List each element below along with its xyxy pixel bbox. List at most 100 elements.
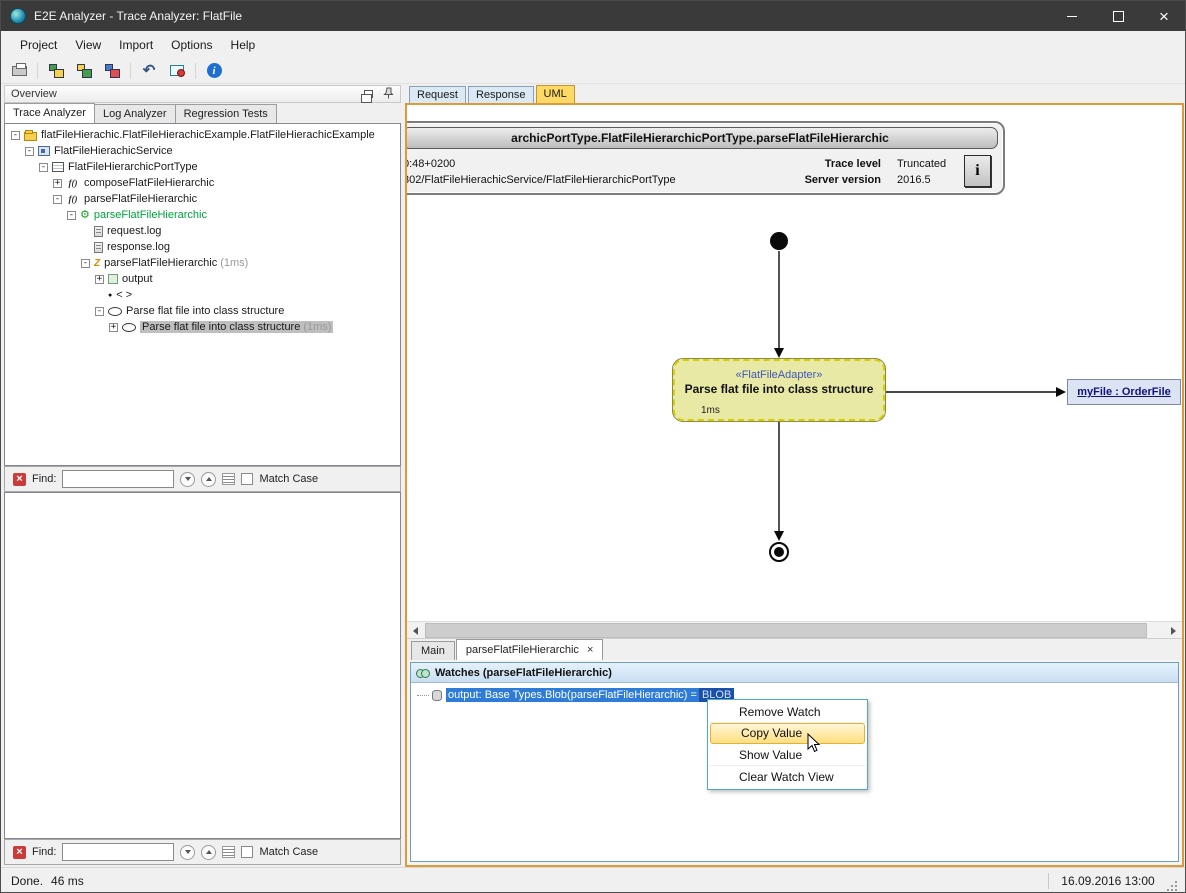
collapse-icon[interactable] <box>67 211 76 220</box>
close-tab-icon[interactable] <box>587 645 593 656</box>
close-find-icon[interactable] <box>13 473 26 486</box>
menu-view[interactable]: View <box>66 34 110 56</box>
expand-icon[interactable] <box>95 275 104 284</box>
tab-regression-tests[interactable]: Regression Tests <box>175 104 277 123</box>
collapse-icon[interactable] <box>81 259 90 268</box>
tree-item-compose[interactable]: composeFlatFileHierarchic <box>5 175 400 191</box>
tree-item-response-log[interactable]: response.log <box>5 239 400 255</box>
initial-node[interactable] <box>770 232 788 250</box>
activity-diagram[interactable]: archicPortType.FlatFileHierarchicPortTyp… <box>407 105 1182 621</box>
pin-icon[interactable] <box>383 87 394 102</box>
menu-remove-watch[interactable]: Remove Watch <box>709 701 866 723</box>
tab-parse-flat-file[interactable]: parseFlatFileHierarchic <box>456 639 604 660</box>
find-options-icon[interactable] <box>222 846 235 858</box>
collapse-icon[interactable] <box>11 131 20 140</box>
float-window-icon[interactable] <box>364 90 373 98</box>
menu-project[interactable]: Project <box>11 34 66 56</box>
status-message: Done. <box>11 874 43 888</box>
find-input[interactable] <box>62 843 174 861</box>
collapse-icon[interactable] <box>53 195 62 204</box>
status-duration: 46 ms <box>51 874 84 888</box>
open-model-tree-icon[interactable] <box>46 62 66 80</box>
object-node[interactable]: myFile : OrderFile <box>1067 379 1181 405</box>
tab-request[interactable]: Request <box>409 86 466 103</box>
match-case-checkbox[interactable] <box>241 473 253 485</box>
import-trace-icon[interactable] <box>102 62 122 80</box>
info-button[interactable]: i <box>964 155 991 187</box>
menu-copy-value[interactable]: Copy Value <box>710 723 865 744</box>
resize-grip[interactable] <box>1167 881 1177 891</box>
expand-icon[interactable] <box>109 323 118 332</box>
toolbar-separator <box>195 63 196 79</box>
log-file-icon <box>94 242 103 253</box>
find-next-button[interactable] <box>180 845 195 860</box>
tab-uml[interactable]: UML <box>536 85 575 103</box>
menu-help[interactable]: Help <box>222 34 265 56</box>
menu-import[interactable]: Import <box>110 34 162 56</box>
tab-trace-analyzer[interactable]: Trace Analyzer <box>4 103 95 123</box>
tree-item-parse-trace[interactable]: parseFlatFileHierarchic (1ms) <box>5 255 400 271</box>
tree-item-output[interactable]: output <box>5 271 400 287</box>
tree-item-parse-instance[interactable]: parseFlatFileHierarchic <box>5 207 400 223</box>
collapse-icon[interactable] <box>25 147 34 156</box>
tab-main[interactable]: Main <box>411 641 455 660</box>
watches-header: Watches (parseFlatFileHierarchic) <box>411 663 1178 683</box>
menu-options[interactable]: Options <box>162 34 221 56</box>
info-icon[interactable]: i <box>204 62 224 80</box>
close-find-icon[interactable] <box>13 846 26 859</box>
tree-item-empty[interactable]: < > <box>5 287 400 303</box>
scroll-right-icon[interactable] <box>1165 622 1182 639</box>
context-menu: Remove Watch Copy Value Show Value Clear… <box>707 699 868 790</box>
frame-title: archicPortType.FlatFileHierarchicPortTyp… <box>407 127 998 149</box>
scrollbar-thumb[interactable] <box>425 623 1147 638</box>
statusbar: Done. 46 ms 16.09.2016 13:00 <box>1 867 1186 893</box>
match-case-checkbox[interactable] <box>241 846 253 858</box>
undo-icon[interactable]: ↶ <box>139 62 159 80</box>
uml-view: archicPortType.FlatFileHierarchicPortTyp… <box>405 103 1184 867</box>
find-previous-button[interactable] <box>201 845 216 860</box>
gear-icon <box>80 210 90 220</box>
load-trace-icon[interactable] <box>74 62 94 80</box>
tree-item-example[interactable]: flatFileHierachic.FlatFileHierachicExamp… <box>5 127 400 143</box>
maximize-button[interactable] <box>1095 1 1141 31</box>
scroll-left-icon[interactable] <box>407 622 424 639</box>
frame-info-values: Truncated 2016.5 <box>897 156 946 188</box>
overview-header: Overview <box>4 85 401 103</box>
tree-item-request-log[interactable]: request.log <box>5 223 400 239</box>
print-icon[interactable] <box>9 62 29 80</box>
expand-icon[interactable] <box>53 179 62 188</box>
find-options-icon[interactable] <box>222 473 235 485</box>
tree-item-parse-action[interactable]: Parse flat file into class structure <box>5 303 400 319</box>
trace-level-label: Trace level <box>757 156 881 172</box>
find-next-button[interactable] <box>180 472 195 487</box>
service-icon <box>38 146 50 156</box>
final-node[interactable] <box>769 542 789 562</box>
close-button[interactable] <box>1141 1 1186 31</box>
activity-node[interactable]: «FlatFileAdapter» Parse flat file into c… <box>673 359 885 421</box>
tab-log-analyzer[interactable]: Log Analyzer <box>94 104 176 123</box>
menu-show-value[interactable]: Show Value <box>709 744 866 766</box>
collapse-icon[interactable] <box>39 163 48 172</box>
frame-timestamp: 0:48+0200 <box>407 156 676 172</box>
toolbar: ↶ i <box>1 58 1186 84</box>
log-file-icon <box>94 226 103 237</box>
horizontal-scrollbar[interactable] <box>407 621 1182 638</box>
app-window: E2E Analyzer - Trace Analyzer: FlatFile … <box>0 0 1186 893</box>
overview-panel: Overview Trace Analyzer Log Analyzer Reg… <box>4 85 401 865</box>
tree-line <box>417 695 429 696</box>
collapse-icon[interactable] <box>95 307 104 316</box>
tab-response[interactable]: Response <box>468 86 534 103</box>
find-input[interactable] <box>62 470 174 488</box>
tree-item-service[interactable]: FlatFileHierachicService <box>5 143 400 159</box>
toolbar-separator <box>130 63 131 79</box>
titlebar: E2E Analyzer - Trace Analyzer: FlatFile <box>1 1 1186 31</box>
porttype-icon <box>52 162 64 172</box>
find-previous-button[interactable] <box>201 472 216 487</box>
minimize-button[interactable] <box>1049 1 1095 31</box>
tree-item-porttype[interactable]: FlatFileHierarchicPortType <box>5 159 400 175</box>
screenshot-icon[interactable] <box>167 62 187 80</box>
tree-item-parse-action-selected[interactable]: Parse flat file into class structure (1m… <box>5 319 400 335</box>
menu-clear-watch-view[interactable]: Clear Watch View <box>709 766 866 788</box>
frame-service-path: 302/FlatFileHierachicService/FlatFileHie… <box>407 172 676 188</box>
tree-item-parse[interactable]: parseFlatFileHierarchic <box>5 191 400 207</box>
